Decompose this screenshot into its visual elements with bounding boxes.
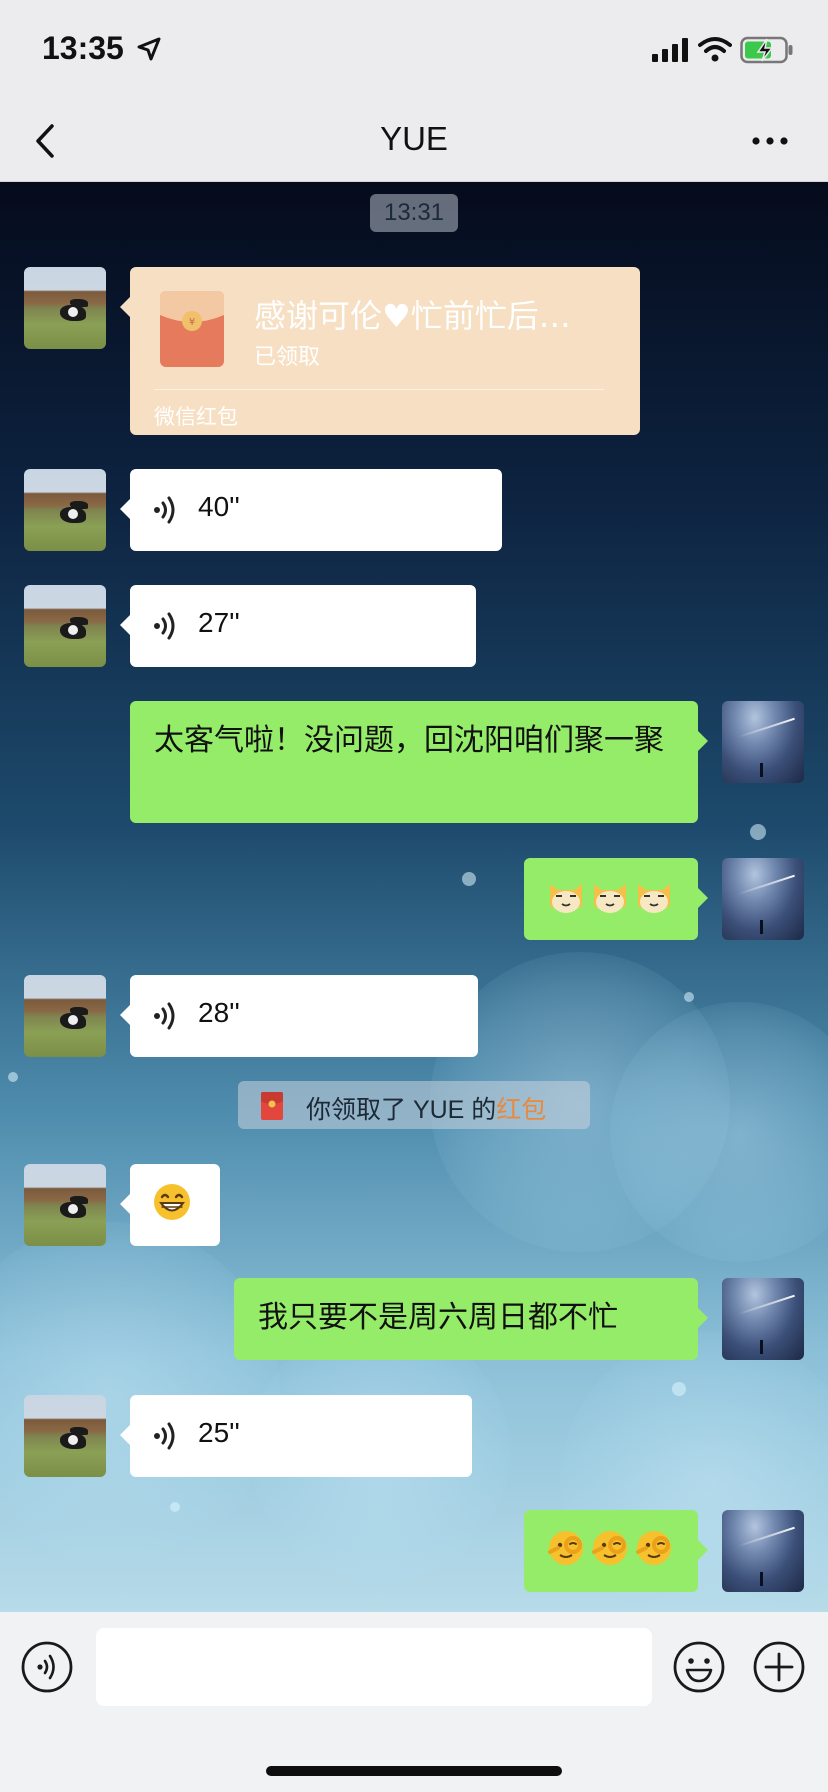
chat-header: YUE [0,100,828,182]
sent-text-message[interactable]: 我只要不是周六周日都不忙 [234,1278,708,1360]
sent-emoji-message[interactable] [524,858,708,940]
svg-text:¥: ¥ [189,317,195,328]
sent-emoji-message[interactable] [524,1510,708,1592]
voice-duration: 40'' [198,491,240,522]
emoji-icon[interactable] [672,1640,726,1694]
status-time: 13:35 [42,30,124,66]
red-packet-footer: 微信红包 [154,405,238,429]
cat-face-emoji [550,884,582,913]
grin-emoji [154,1184,190,1220]
voice-message[interactable]: 25'' [120,1395,472,1477]
message-input[interactable] [96,1628,652,1706]
emoji-row [152,1182,192,1222]
plus-icon[interactable] [752,1640,806,1694]
message-text: 我只要不是周六周日都不忙 [258,1301,618,1334]
emoji-row [546,1528,674,1568]
voice-wave-icon [154,1002,175,1030]
voice-duration: 25'' [198,1417,240,1448]
message-text: 太客气啦！没问题，回沈阳咱们聚一聚 [154,724,664,757]
my-avatar[interactable] [722,1278,804,1360]
home-indicator[interactable] [266,1766,562,1776]
more-dots-icon[interactable] [750,126,790,156]
red-packet-link[interactable]: 红包 [496,1096,546,1124]
contact-avatar[interactable] [24,585,106,667]
notice-text: 你领取了 YUE 的红包 [306,1090,546,1126]
voice-wave-icon [154,496,175,524]
status-bar: 13:35 [0,0,828,100]
cat-face-emoji [638,884,670,913]
ok-hand-face-emoji [548,1531,583,1565]
received-emoji-message[interactable] [120,1164,220,1246]
voice-message[interactable]: 40'' [120,469,502,551]
contact-avatar[interactable] [24,1395,106,1477]
emoji-row [546,876,674,916]
contact-avatar[interactable] [24,975,106,1057]
my-avatar[interactable] [722,1510,804,1592]
voice-duration: 27'' [198,607,240,638]
message-timestamp: 13:31 [370,194,458,232]
sent-text-message[interactable]: 太客气啦！没问题，回沈阳咱们聚一聚 [130,701,708,823]
red-packet-notice: 你领取了 YUE 的红包 [238,1081,590,1129]
contact-avatar[interactable] [24,469,106,551]
red-envelope-icon: ¥ [160,291,224,367]
wifi-icon [698,37,732,62]
red-packet-message[interactable]: ¥ 感谢可伦♥忙前忙后… 已领取 微信红包 [120,267,640,435]
voice-mode-icon[interactable] [20,1640,74,1694]
voice-duration: 28'' [198,997,240,1028]
red-envelope-icon [261,1092,283,1120]
voice-wave-icon [154,1422,175,1450]
voice-message[interactable]: 27'' [120,585,476,667]
battery-charging-icon [740,36,793,64]
contact-avatar[interactable] [24,267,106,349]
chat-title: YUE [380,120,448,157]
input-bar [0,1612,828,1792]
my-avatar[interactable] [722,858,804,940]
notice-prefix: 你领取了 YUE 的 [306,1096,497,1124]
voice-wave-icon [154,612,175,640]
my-avatar[interactable] [722,701,804,783]
contact-avatar[interactable] [24,1164,106,1246]
location-arrow-icon [137,37,161,61]
cat-face-emoji [594,884,626,913]
red-packet-status: 已领取 [254,345,321,370]
voice-message[interactable]: 28'' [120,975,478,1057]
divider [154,389,604,390]
ok-hand-face-emoji [636,1531,671,1565]
signal-icon [652,38,688,62]
ok-hand-face-emoji [592,1531,627,1565]
red-packet-title: 感谢可伦♥忙前忙后… [254,297,571,335]
